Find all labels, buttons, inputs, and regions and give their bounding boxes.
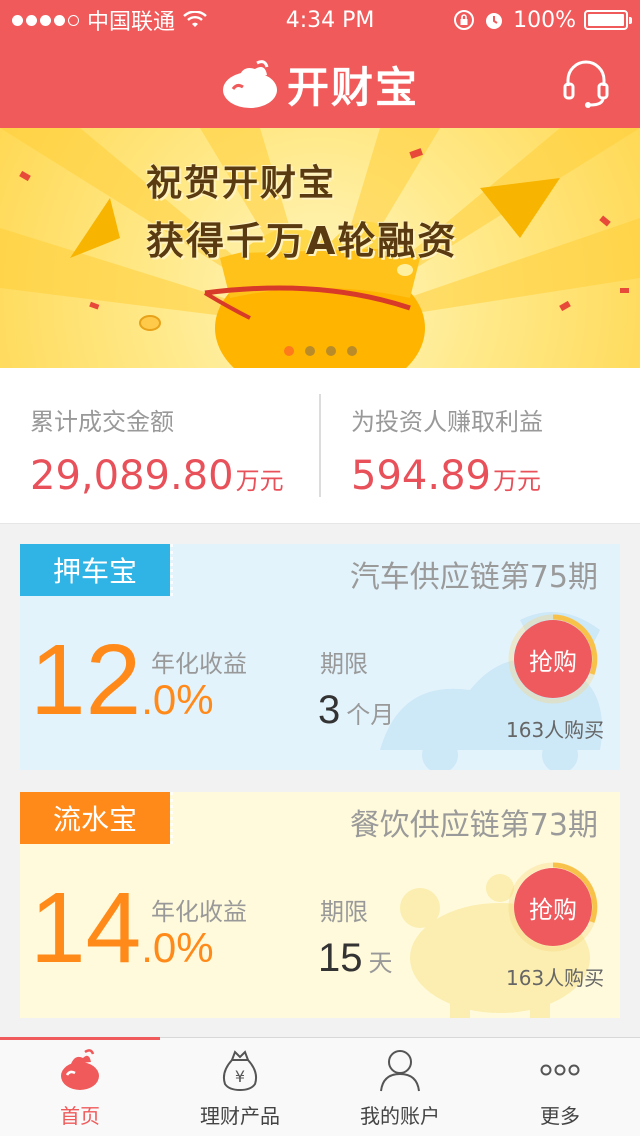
tab-more-label: 更多 <box>540 1104 580 1128</box>
tab-more[interactable]: 更多 <box>480 1038 640 1136</box>
wifi-icon <box>183 11 207 27</box>
status-bar: 中国联通 4:34 PM 100% <box>0 0 640 40</box>
bottom-tab-bar: 首页 ¥ 理财产品 我的账户 更多 <box>0 1037 640 1136</box>
rate-label: 年化收益 <box>151 898 247 926</box>
banner-headline: 祝贺开财宝 获得千万A轮融资 <box>146 154 457 265</box>
total-volume-label: 累计成交金额 <box>30 408 174 436</box>
rate-decimal: .0% <box>141 924 214 971</box>
tab-home[interactable]: 首页 <box>0 1037 160 1136</box>
buy-control[interactable]: 抢购 <box>508 862 598 952</box>
buy-control[interactable]: 抢购 <box>508 614 598 704</box>
platform-stats: 累计成交金额 29,089.80万元 为投资人赚取利益 594.89万元 <box>0 368 640 524</box>
yuan-bag-icon: ¥ <box>222 1050 258 1092</box>
product-card[interactable]: 押车宝 汽车供应链第75期 12.0% 年化收益 期限 3 个月 抢购 163人购… <box>20 544 620 770</box>
rate-label: 年化收益 <box>151 650 247 678</box>
user-icon <box>380 1050 420 1092</box>
tab-products[interactable]: ¥ 理财产品 <box>160 1038 320 1136</box>
more-dots-icon <box>540 1064 580 1076</box>
svg-text:¥: ¥ <box>235 1067 245 1086</box>
money-bag-logo-icon <box>222 60 277 108</box>
product-title: 餐饮供应链第73期 <box>349 808 598 843</box>
battery-icon <box>583 10 632 30</box>
headset-support-icon[interactable] <box>560 58 612 110</box>
battery-percent: 100% <box>513 7 576 33</box>
product-card[interactable]: 流水宝 餐饮供应链第73期 14.0% 年化收益 期限 15 天 抢购 163人购… <box>20 792 620 1018</box>
total-volume-unit: 万元 <box>235 467 284 495</box>
carrier-label: 中国联通 <box>87 10 176 35</box>
promo-banner[interactable]: 祝贺开财宝 获得千万A轮融资 <box>0 128 640 368</box>
tab-products-label: 理财产品 <box>200 1104 280 1128</box>
top-bar: 中国联通 4:34 PM 100% 开财宝 <box>0 0 640 128</box>
banner-pager[interactable] <box>284 346 357 356</box>
total-volume-stat: 累计成交金额 29,089.80万元 <box>0 368 319 523</box>
pager-dot[interactable] <box>284 346 294 356</box>
product-tag: 押车宝 <box>20 544 173 596</box>
money-bag-home-icon <box>61 1049 99 1090</box>
app-header: 开财宝 <box>0 40 640 128</box>
pager-dot[interactable] <box>305 346 315 356</box>
term-number: 3 <box>318 688 341 732</box>
brand-name: 开财宝 <box>286 62 419 112</box>
term-number: 15 <box>318 936 363 980</box>
term-value: 3 个月 <box>318 688 394 733</box>
term-label: 期限 <box>320 898 368 926</box>
banner-line-2: 获得千万A轮融资 <box>146 219 458 263</box>
rate-decimal: .0% <box>141 676 214 723</box>
banner-line-1: 祝贺开财宝 <box>146 163 337 204</box>
term-unit: 个月 <box>346 701 395 729</box>
investor-earnings-value: 594.89 <box>351 453 491 499</box>
clock: 4:34 PM <box>285 7 375 33</box>
term-label: 期限 <box>320 650 368 678</box>
buyer-count: 163人购买 <box>506 718 605 742</box>
orientation-lock-icon <box>454 10 475 30</box>
investor-earnings-label: 为投资人赚取利益 <box>351 408 543 436</box>
product-tag: 流水宝 <box>20 792 173 844</box>
alarm-icon <box>486 13 503 29</box>
pager-dot[interactable] <box>326 346 336 356</box>
signal-icon <box>12 14 79 26</box>
brand-logo: 开财宝 <box>221 54 419 115</box>
rate-integer: 12 <box>30 624 142 736</box>
investor-earnings-unit: 万元 <box>492 467 541 495</box>
tab-account[interactable]: 我的账户 <box>320 1038 480 1136</box>
buy-button[interactable]: 抢购 <box>514 868 592 946</box>
term-value: 15 天 <box>318 936 393 981</box>
tab-home-label: 首页 <box>60 1104 100 1128</box>
product-title: 汽车供应链第75期 <box>349 560 598 595</box>
term-unit: 天 <box>368 949 393 977</box>
pager-dot[interactable] <box>347 346 357 356</box>
tab-account-label: 我的账户 <box>360 1104 440 1128</box>
investor-earnings-stat: 为投资人赚取利益 594.89万元 <box>319 394 640 499</box>
buy-button[interactable]: 抢购 <box>514 620 592 698</box>
buyer-count: 163人购买 <box>506 966 605 990</box>
rate-integer: 14 <box>30 872 142 984</box>
total-volume-value: 29,089.80 <box>30 453 234 499</box>
